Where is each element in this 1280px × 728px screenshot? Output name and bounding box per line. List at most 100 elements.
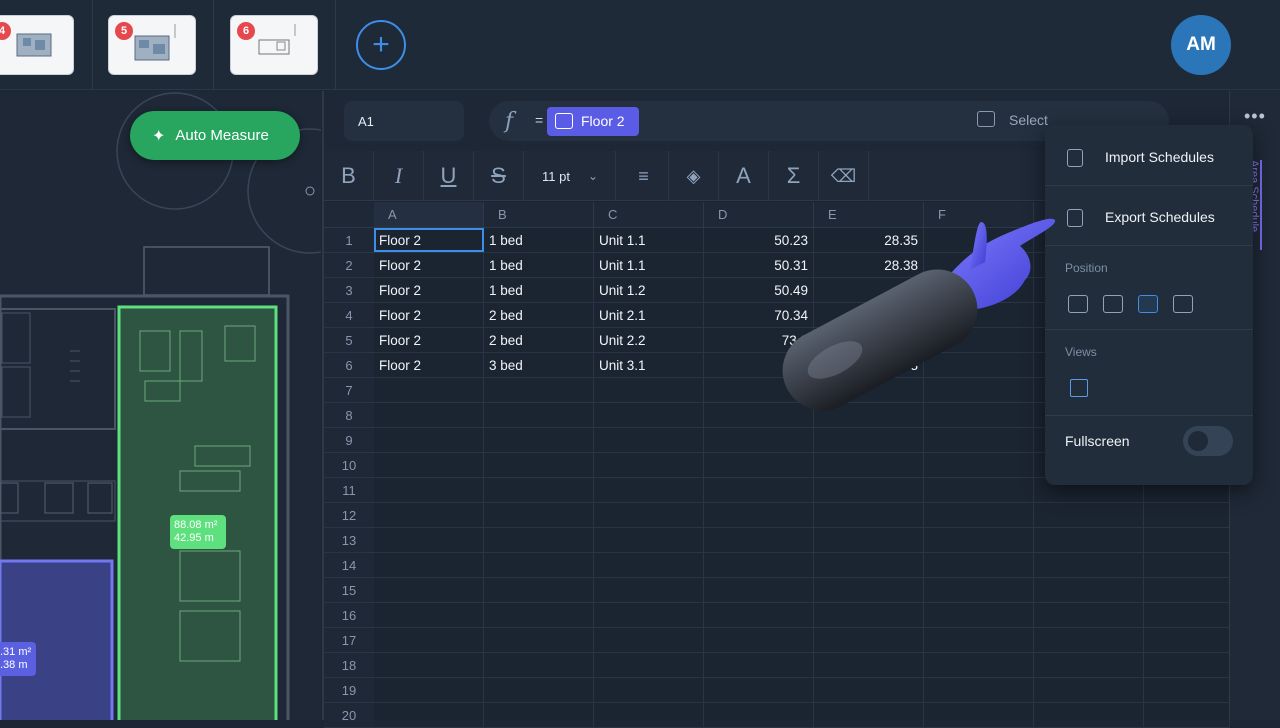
dock-left-icon[interactable] xyxy=(1103,295,1123,313)
row-number[interactable]: 19 xyxy=(324,678,374,702)
cell-f11[interactable] xyxy=(924,478,1034,502)
sheet-thumbnail-5[interactable]: 5 xyxy=(108,15,196,75)
cell-b16[interactable] xyxy=(484,603,594,627)
row-number[interactable]: 1 xyxy=(324,228,374,252)
cell-f20[interactable] xyxy=(924,703,1034,727)
cell-c16[interactable] xyxy=(594,603,704,627)
cell-e18[interactable] xyxy=(814,653,924,677)
cell-a11[interactable] xyxy=(374,478,484,502)
cell-b20[interactable] xyxy=(484,703,594,727)
cell-h19[interactable] xyxy=(1144,678,1230,702)
area-measurement-label[interactable]: .31 m² .38 m xyxy=(0,642,36,676)
row-number[interactable]: 17 xyxy=(324,628,374,652)
cell-g14[interactable] xyxy=(1034,553,1144,577)
row-number[interactable]: 3 xyxy=(324,278,374,302)
cell-a9[interactable] xyxy=(374,428,484,452)
cell-b14[interactable] xyxy=(484,553,594,577)
cell-c9[interactable] xyxy=(594,428,704,452)
cell-e12[interactable] xyxy=(814,503,924,527)
cell-b19[interactable] xyxy=(484,678,594,702)
row-number[interactable]: 11 xyxy=(324,478,374,502)
cell-e14[interactable] xyxy=(814,553,924,577)
cell-h13[interactable] xyxy=(1144,528,1230,552)
cell-e16[interactable] xyxy=(814,603,924,627)
cell-h18[interactable] xyxy=(1144,653,1230,677)
cell-a17[interactable] xyxy=(374,628,484,652)
cell-e11[interactable] xyxy=(814,478,924,502)
cell-b11[interactable] xyxy=(484,478,594,502)
cell-b12[interactable] xyxy=(484,503,594,527)
cell-f12[interactable] xyxy=(924,503,1034,527)
cell-g16[interactable] xyxy=(1034,603,1144,627)
row-number[interactable]: 7 xyxy=(324,378,374,402)
cell-c1[interactable]: Unit 1.1 xyxy=(594,228,704,252)
cell-e15[interactable] xyxy=(814,578,924,602)
fullscreen-toggle[interactable] xyxy=(1183,426,1233,456)
cell-c4[interactable]: Unit 2.1 xyxy=(594,303,704,327)
cell-d11[interactable] xyxy=(704,478,814,502)
cell-f18[interactable] xyxy=(924,653,1034,677)
bold-button[interactable]: B xyxy=(324,151,374,201)
fill-color-icon[interactable]: ◈ xyxy=(669,151,719,201)
cell-c13[interactable] xyxy=(594,528,704,552)
column-header-b[interactable]: B xyxy=(484,202,594,227)
row-number[interactable]: 18 xyxy=(324,653,374,677)
area-measurement-label[interactable]: 88.08 m² 42.95 m xyxy=(170,515,226,549)
cell-c20[interactable] xyxy=(594,703,704,727)
cell-h16[interactable] xyxy=(1144,603,1230,627)
cell-b2[interactable]: 1 bed xyxy=(484,253,594,277)
row-number[interactable]: 5 xyxy=(324,328,374,352)
row-number[interactable]: 8 xyxy=(324,403,374,427)
cell-g20[interactable] xyxy=(1034,703,1144,727)
cell-d15[interactable] xyxy=(704,578,814,602)
cell-c11[interactable] xyxy=(594,478,704,502)
cell-d19[interactable] xyxy=(704,678,814,702)
row-number[interactable]: 6 xyxy=(324,353,374,377)
import-schedules-item[interactable]: Import Schedules xyxy=(1045,128,1253,186)
cell-d17[interactable] xyxy=(704,628,814,652)
cell-h14[interactable] xyxy=(1144,553,1230,577)
cell-c5[interactable]: Unit 2.2 xyxy=(594,328,704,352)
cell-e17[interactable] xyxy=(814,628,924,652)
cell-b5[interactable]: 2 bed xyxy=(484,328,594,352)
cell-e13[interactable] xyxy=(814,528,924,552)
row-number[interactable]: 14 xyxy=(324,553,374,577)
sum-button[interactable]: Σ xyxy=(769,151,819,201)
row-number[interactable]: 4 xyxy=(324,303,374,327)
strikethrough-button[interactable]: S xyxy=(474,151,524,201)
cell-c17[interactable] xyxy=(594,628,704,652)
cell-c3[interactable]: Unit 1.2 xyxy=(594,278,704,302)
user-avatar[interactable]: AM xyxy=(1171,15,1231,75)
add-sheet-button[interactable]: + xyxy=(356,20,406,70)
row-number[interactable]: 20 xyxy=(324,703,374,727)
cell-b9[interactable] xyxy=(484,428,594,452)
cell-a3[interactable]: Floor 2 xyxy=(374,278,484,302)
cell-d12[interactable] xyxy=(704,503,814,527)
cell-g19[interactable] xyxy=(1034,678,1144,702)
cell-c12[interactable] xyxy=(594,503,704,527)
cell-c14[interactable] xyxy=(594,553,704,577)
row-number[interactable]: 12 xyxy=(324,503,374,527)
cell-e10[interactable] xyxy=(814,453,924,477)
column-header-c[interactable]: C xyxy=(594,202,704,227)
cell-b18[interactable] xyxy=(484,653,594,677)
dock-bottom-icon[interactable] xyxy=(1068,295,1088,313)
float-window-icon[interactable] xyxy=(1173,295,1193,313)
cell-a13[interactable] xyxy=(374,528,484,552)
sheet-thumbnail-6[interactable]: 6 xyxy=(230,15,318,75)
cell-c7[interactable] xyxy=(594,378,704,402)
cell-a16[interactable] xyxy=(374,603,484,627)
cell-c10[interactable] xyxy=(594,453,704,477)
cell-f14[interactable] xyxy=(924,553,1034,577)
cell-d10[interactable] xyxy=(704,453,814,477)
cell-g13[interactable] xyxy=(1034,528,1144,552)
cell-b15[interactable] xyxy=(484,578,594,602)
view-option-icon[interactable] xyxy=(1070,379,1088,397)
cell-a4[interactable]: Floor 2 xyxy=(374,303,484,327)
cell-b8[interactable] xyxy=(484,403,594,427)
cell-a8[interactable] xyxy=(374,403,484,427)
cell-a12[interactable] xyxy=(374,503,484,527)
cell-a18[interactable] xyxy=(374,653,484,677)
cell-f9[interactable] xyxy=(924,428,1034,452)
cell-f13[interactable] xyxy=(924,528,1034,552)
